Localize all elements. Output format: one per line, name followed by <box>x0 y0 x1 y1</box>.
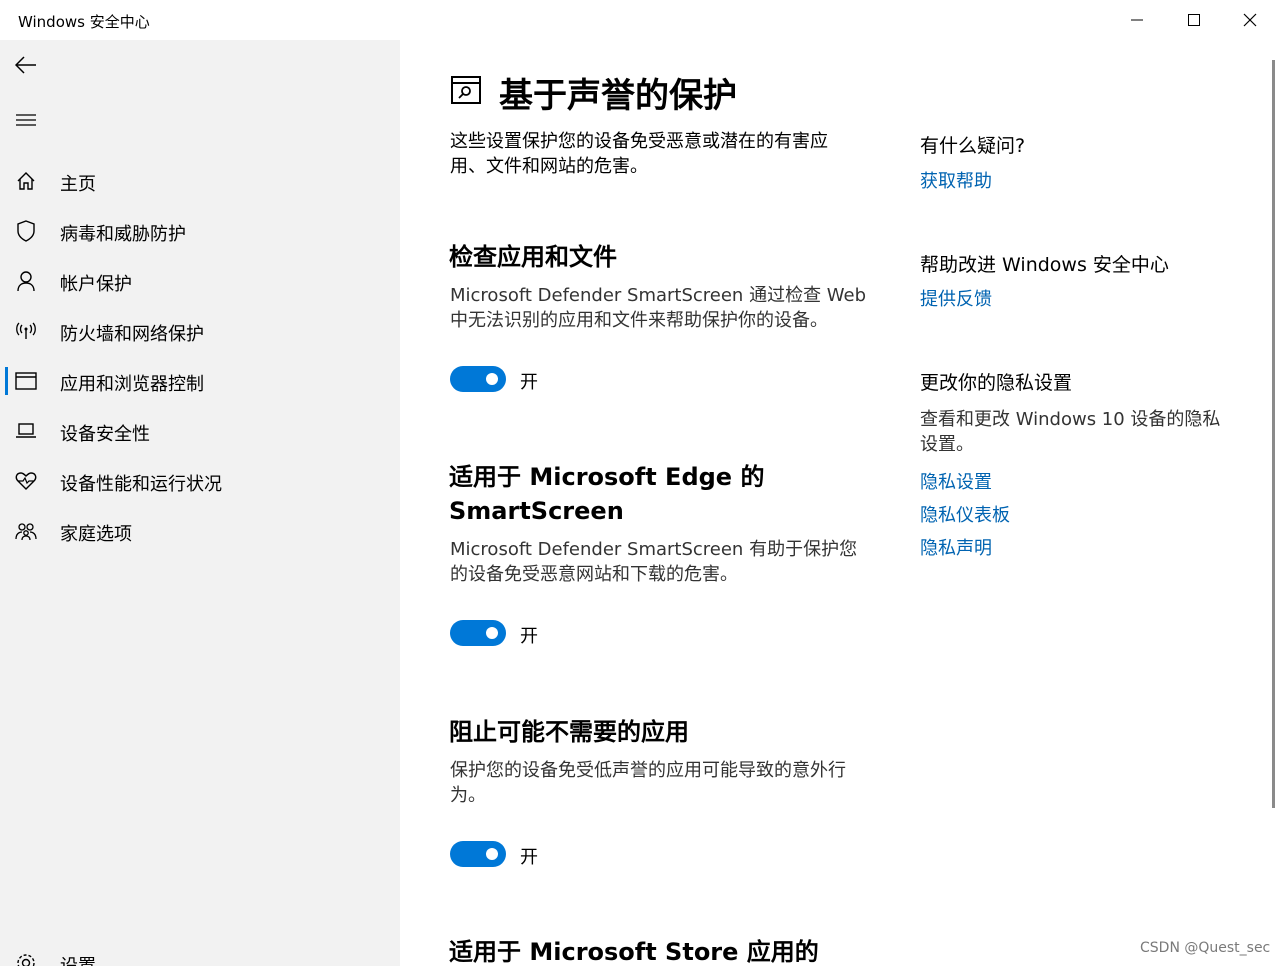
sidebar-item-home[interactable]: 主页 <box>0 161 400 201</box>
section-heading: 适用于 Microsoft Store 应用的 <box>449 938 819 966</box>
section-heading: 阻止可能不需要的应用 <box>449 718 689 746</box>
title-bar: Windows 安全中心 <box>0 0 1280 40</box>
vertical-scrollbar[interactable] <box>1272 60 1275 808</box>
gear-icon <box>14 951 38 966</box>
back-button[interactable] <box>8 50 44 80</box>
sidebar-item-firewall[interactable]: 防火墙和网络保护 <box>0 311 400 351</box>
minimize-icon <box>1131 19 1143 21</box>
selected-indicator <box>5 367 8 395</box>
toggle-knob <box>486 627 498 639</box>
watermark: CSDN @Quest_sec <box>1140 940 1271 956</box>
close-icon <box>1243 13 1257 27</box>
sidebar-item-label: 应用和浏览器控制 <box>60 374 204 395</box>
page-intro: 这些设置保护您的设备免受恶意或潜在的有害应用、文件和网站的危害。 <box>450 131 828 177</box>
toggle-state-label: 开 <box>520 847 538 868</box>
maximize-button[interactable] <box>1166 0 1222 40</box>
give-feedback-link[interactable]: 提供反馈 <box>920 285 992 311</box>
sidebar-item-label: 帐户保护 <box>60 274 132 295</box>
family-icon <box>14 519 38 543</box>
maximize-icon <box>1188 14 1200 26</box>
heart-pulse-icon <box>14 469 38 493</box>
back-arrow-icon <box>15 56 36 74</box>
improve-heading: 帮助改进 Windows 安全中心 <box>920 254 1169 276</box>
section-description: Microsoft Defender SmartScreen 通过检查 Web … <box>450 285 867 331</box>
shield-icon <box>14 219 38 243</box>
sidebar-item-label: 设备安全性 <box>60 424 150 445</box>
home-icon <box>14 169 38 193</box>
section-heading: 检查应用和文件 <box>449 243 617 271</box>
privacy-statement-link[interactable]: 隐私声明 <box>920 534 992 560</box>
privacy-dashboard-link[interactable]: 隐私仪表板 <box>920 501 1010 527</box>
sidebar-item-label: 设备性能和运行状况 <box>60 474 222 495</box>
privacy-description: 查看和更改 Windows 10 设备的隐私设置。 <box>920 409 1221 455</box>
window-title: Windows 安全中心 <box>18 13 150 31</box>
sidebar-item-device-security[interactable]: 设备安全性 <box>0 411 400 451</box>
section-description: Microsoft Defender SmartScreen 有助于保护您的设备… <box>450 539 858 585</box>
sidebar-item-device-performance[interactable]: 设备性能和运行状况 <box>0 461 400 501</box>
hamburger-menu-button[interactable] <box>8 105 44 135</box>
get-help-link[interactable]: 获取帮助 <box>920 167 992 193</box>
minimize-button[interactable] <box>1109 0 1165 40</box>
wifi-antenna-icon <box>14 319 38 343</box>
privacy-heading: 更改你的隐私设置 <box>920 372 1073 394</box>
edge-smartscreen-toggle[interactable] <box>450 620 506 646</box>
hamburger-icon <box>16 114 36 126</box>
laptop-icon <box>14 419 38 443</box>
check-apps-files-toggle[interactable] <box>450 366 506 392</box>
block-pua-toggle[interactable] <box>450 841 506 867</box>
sidebar-item-app-browser-control[interactable]: 应用和浏览器控制 <box>0 361 400 401</box>
page-title: 基于声誉的保护 <box>499 76 737 116</box>
sidebar-item-virus-protection[interactable]: 病毒和威胁防护 <box>0 211 400 251</box>
main-content: 基于声誉的保护 这些设置保护您的设备免受恶意或潜在的有害应用、文件和网站的危害。… <box>400 40 1280 966</box>
toggle-state-label: 开 <box>520 372 538 393</box>
person-icon <box>14 269 38 293</box>
sidebar: 主页 病毒和威胁防护 帐户保护 防火墙和网络保护 应用和浏览器控制 设备安全性 <box>0 40 400 966</box>
sidebar-item-label: 设置 <box>60 952 96 966</box>
app-browser-icon <box>14 369 38 393</box>
toggle-state-label: 开 <box>520 626 538 647</box>
toggle-knob <box>486 373 498 385</box>
sidebar-item-family-options[interactable]: 家庭选项 <box>0 511 400 551</box>
section-heading: 适用于 Microsoft Edge 的 SmartScreen <box>449 463 765 525</box>
section-description: 保护您的设备免受低声誉的应用可能导致的意外行为。 <box>450 760 846 806</box>
sidebar-item-account-protection[interactable]: 帐户保护 <box>0 261 400 301</box>
privacy-settings-link[interactable]: 隐私设置 <box>920 468 992 494</box>
reputation-protection-icon <box>450 74 482 106</box>
toggle-knob <box>486 848 498 860</box>
questions-heading: 有什么疑问? <box>920 135 1026 157</box>
sidebar-item-label: 防火墙和网络保护 <box>60 324 204 345</box>
close-button[interactable] <box>1222 0 1278 40</box>
sidebar-item-label: 主页 <box>60 174 96 195</box>
sidebar-item-label: 家庭选项 <box>60 524 132 545</box>
sidebar-item-label: 病毒和威胁防护 <box>60 224 186 245</box>
sidebar-item-settings[interactable]: 设置 <box>0 943 400 966</box>
